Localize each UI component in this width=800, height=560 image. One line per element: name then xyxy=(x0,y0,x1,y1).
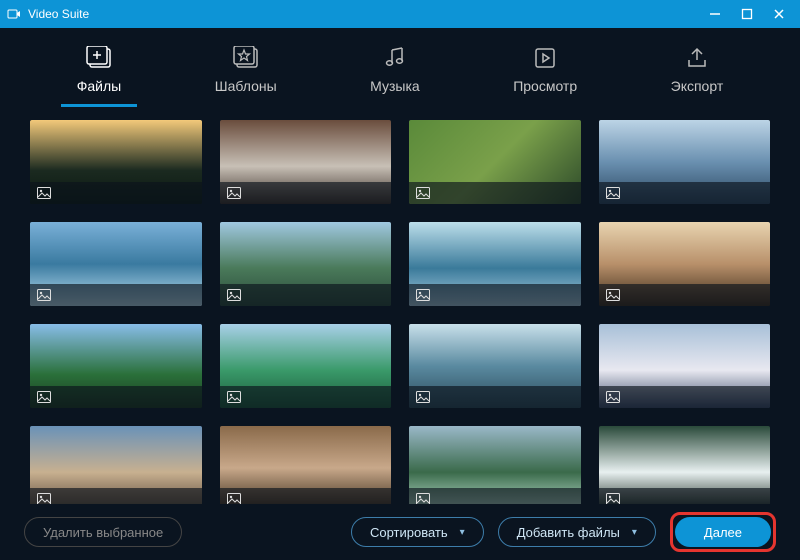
button-label: Добавить файлы xyxy=(517,525,620,540)
thumbnail-overlay xyxy=(599,182,771,204)
close-button[interactable] xyxy=(772,7,786,21)
tab-files[interactable]: Файлы xyxy=(61,40,137,107)
app-title: Video Suite xyxy=(28,7,708,21)
button-label: Далее xyxy=(704,525,742,540)
thumbnail-overlay xyxy=(30,182,202,204)
thumbnail-item[interactable] xyxy=(30,222,202,306)
main-tabs: Файлы Шаблоны Музыка Просмотр Экспорт xyxy=(0,28,800,107)
thumbnail-grid xyxy=(30,120,770,504)
star-collection-icon xyxy=(232,44,260,72)
image-type-icon xyxy=(36,186,52,200)
thumbnail-item[interactable] xyxy=(409,222,581,306)
thumbnail-overlay xyxy=(599,284,771,306)
delete-selected-button[interactable]: Удалить выбранное xyxy=(24,517,182,547)
window-controls xyxy=(708,7,786,21)
thumbnail-item[interactable] xyxy=(599,426,771,504)
image-type-icon xyxy=(415,186,431,200)
button-label: Удалить выбранное xyxy=(43,525,163,540)
button-label: Сортировать xyxy=(370,525,448,540)
image-type-icon xyxy=(415,492,431,504)
thumbnail-overlay xyxy=(220,488,392,504)
add-files-button[interactable]: Добавить файлы ▾ xyxy=(498,517,656,547)
tab-label: Файлы xyxy=(77,78,121,94)
add-folder-icon xyxy=(85,44,113,72)
minimize-button[interactable] xyxy=(708,7,722,21)
image-type-icon xyxy=(36,390,52,404)
thumbnail-overlay xyxy=(409,284,581,306)
image-type-icon xyxy=(605,492,621,504)
thumbnail-overlay xyxy=(220,386,392,408)
chevron-down-icon: ▾ xyxy=(632,527,637,538)
image-type-icon xyxy=(605,288,621,302)
image-type-icon xyxy=(226,492,242,504)
thumbnail-item[interactable] xyxy=(599,324,771,408)
thumbnail-overlay xyxy=(599,386,771,408)
next-button[interactable]: Далее xyxy=(675,517,771,547)
image-type-icon xyxy=(415,390,431,404)
thumbnail-item[interactable] xyxy=(220,222,392,306)
thumbnail-overlay xyxy=(409,182,581,204)
thumbnail-overlay xyxy=(30,488,202,504)
image-type-icon xyxy=(415,288,431,302)
image-type-icon xyxy=(36,288,52,302)
app-icon xyxy=(6,6,22,22)
maximize-button[interactable] xyxy=(740,7,754,21)
sort-button[interactable]: Сортировать ▾ xyxy=(351,517,484,547)
tab-label: Шаблоны xyxy=(215,78,277,94)
thumbnail-overlay xyxy=(409,386,581,408)
thumbnail-item[interactable] xyxy=(30,120,202,204)
thumbnail-item[interactable] xyxy=(599,222,771,306)
chevron-down-icon: ▾ xyxy=(460,527,465,538)
tab-label: Экспорт xyxy=(671,78,724,94)
image-type-icon xyxy=(226,288,242,302)
thumbnail-overlay xyxy=(220,182,392,204)
thumbnail-overlay xyxy=(599,488,771,504)
play-square-icon xyxy=(531,44,559,72)
thumbnail-item[interactable] xyxy=(30,324,202,408)
thumbnail-item[interactable] xyxy=(220,324,392,408)
tab-label: Просмотр xyxy=(513,78,577,94)
bottom-toolbar: Удалить выбранное Сортировать ▾ Добавить… xyxy=(0,504,800,560)
thumbnail-item[interactable] xyxy=(220,426,392,504)
thumbnail-item[interactable] xyxy=(220,120,392,204)
thumbnail-overlay xyxy=(30,284,202,306)
image-type-icon xyxy=(605,390,621,404)
tab-music[interactable]: Музыка xyxy=(354,40,436,107)
thumbnail-overlay xyxy=(220,284,392,306)
thumbnail-item[interactable] xyxy=(409,120,581,204)
export-up-icon xyxy=(683,44,711,72)
tutorial-highlight: Далее xyxy=(670,512,776,552)
titlebar: Video Suite xyxy=(0,0,800,28)
thumbnail-item[interactable] xyxy=(409,426,581,504)
thumbnail-overlay xyxy=(409,488,581,504)
tab-label: Музыка xyxy=(370,78,420,94)
image-type-icon xyxy=(226,390,242,404)
thumbnail-overlay xyxy=(30,386,202,408)
tab-preview[interactable]: Просмотр xyxy=(497,40,593,107)
thumbnail-item[interactable] xyxy=(30,426,202,504)
thumbnail-item[interactable] xyxy=(409,324,581,408)
tab-export[interactable]: Экспорт xyxy=(655,40,740,107)
thumbnail-item[interactable] xyxy=(599,120,771,204)
image-type-icon xyxy=(226,186,242,200)
thumbnail-scroll[interactable] xyxy=(0,108,800,504)
music-note-icon xyxy=(381,44,409,72)
image-type-icon xyxy=(605,186,621,200)
image-type-icon xyxy=(36,492,52,504)
tab-templates[interactable]: Шаблоны xyxy=(199,40,293,107)
